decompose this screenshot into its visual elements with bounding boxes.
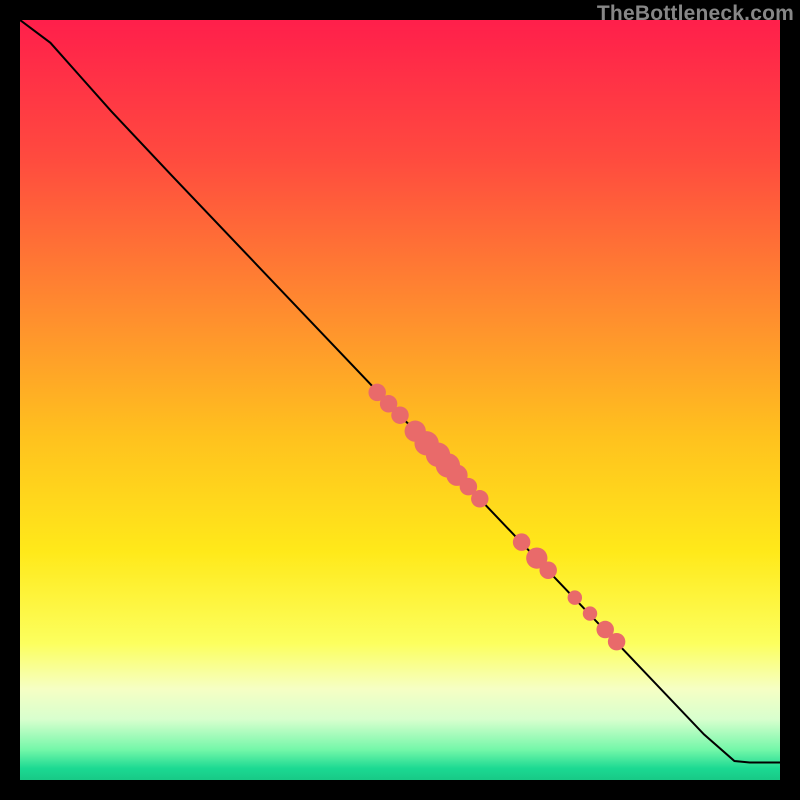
data-point [583, 606, 597, 620]
data-point [391, 406, 408, 423]
data-point [513, 533, 530, 550]
watermark-text: TheBottleneck.com [597, 2, 794, 26]
data-point [568, 590, 582, 604]
bottleneck-chart [20, 20, 780, 780]
data-point [471, 490, 488, 507]
chart-frame [20, 20, 780, 780]
data-point [608, 633, 625, 650]
data-point [539, 562, 556, 579]
